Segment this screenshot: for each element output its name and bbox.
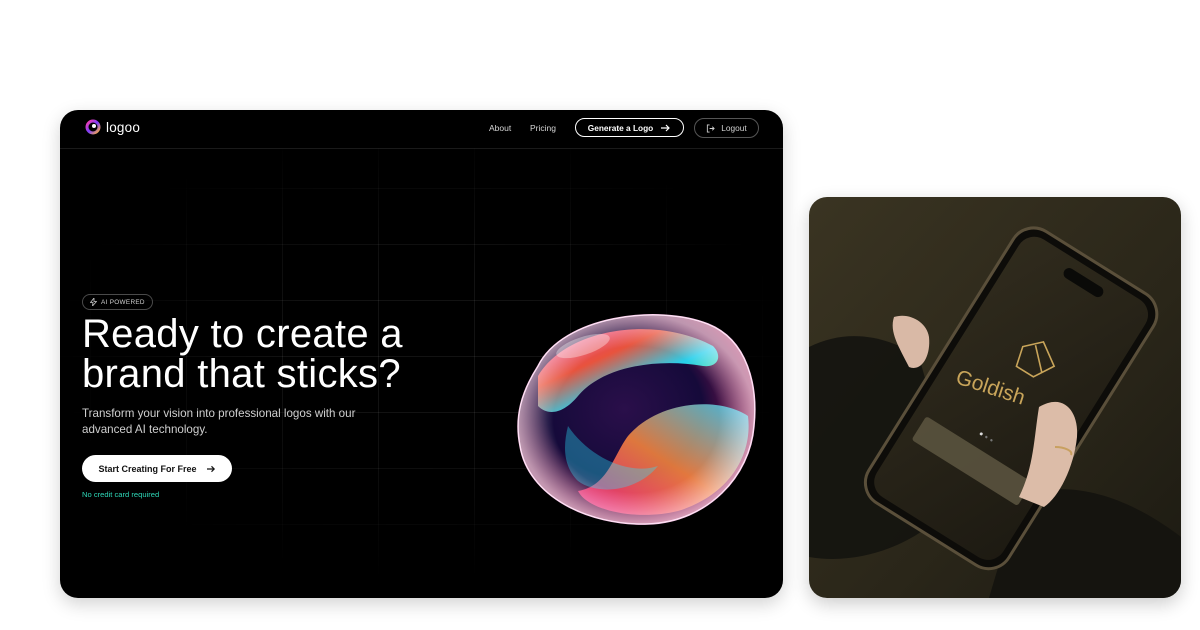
navbar: logoo About Pricing Generate a Logo Logo… xyxy=(60,110,783,149)
phone-photo-card: Goldish xyxy=(809,197,1181,598)
hero-title: Ready to create a brand that sticks? xyxy=(82,314,502,394)
hero-title-line-2: brand that sticks? xyxy=(82,352,401,396)
nav-link-pricing[interactable]: Pricing xyxy=(530,123,556,133)
generate-logo-label: Generate a Logo xyxy=(587,122,654,133)
ai-powered-badge: AI POWERED xyxy=(82,294,153,310)
logout-icon xyxy=(707,123,716,133)
generate-logo-button[interactable]: Generate a Logo xyxy=(575,118,684,137)
hero-subtitle-line-2: advanced AI technology. xyxy=(82,422,208,436)
phone-in-hand-photo: Goldish xyxy=(809,197,1181,598)
hero-title-line-1: Ready to create a xyxy=(82,312,403,356)
logout-label: Logout xyxy=(721,123,747,133)
start-creating-button[interactable]: Start Creating For Free xyxy=(82,455,232,482)
landing-page-card: logoo About Pricing Generate a Logo Logo… xyxy=(60,110,783,598)
nav-link-about[interactable]: About xyxy=(489,123,511,133)
hero-subtitle-line-1: Transform your vision into professional … xyxy=(82,407,356,420)
arrow-right-icon xyxy=(206,465,215,472)
badge-label: AI POWERED xyxy=(101,298,145,306)
hero-subtitle: Transform your vision into professional … xyxy=(82,406,402,437)
iridescent-orb-image xyxy=(517,314,756,525)
logo-mark-icon xyxy=(85,119,101,135)
no-credit-card-note: No credit card required xyxy=(82,490,160,499)
brand[interactable]: logoo xyxy=(85,119,140,135)
logout-button[interactable]: Logout xyxy=(694,118,759,138)
brand-name: logoo xyxy=(106,119,141,135)
lightning-icon xyxy=(90,298,97,306)
arrow-right-icon xyxy=(661,124,671,131)
start-creating-label: Start Creating For Free xyxy=(98,463,197,474)
